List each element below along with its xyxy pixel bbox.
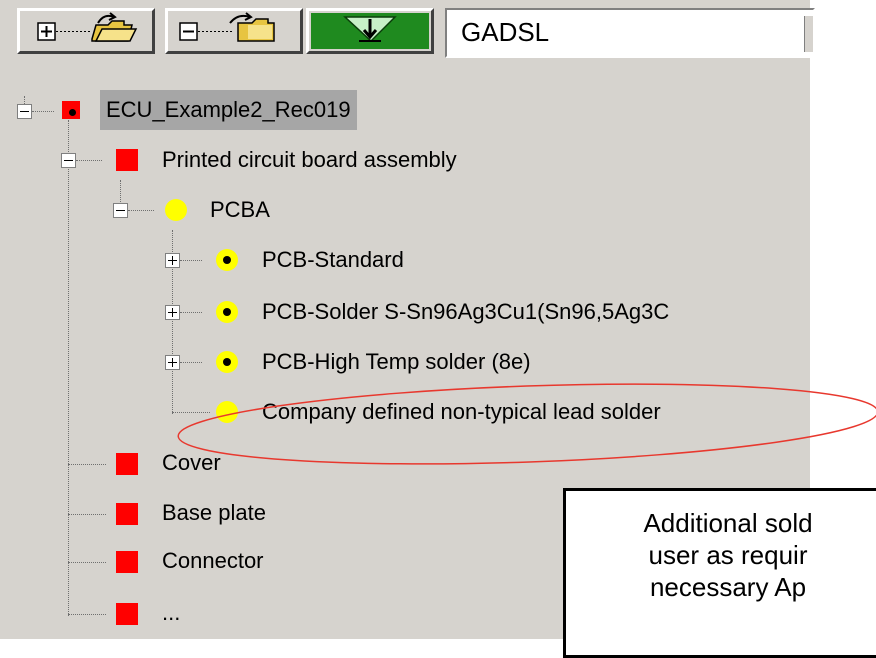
filter-value: GADSL	[461, 17, 550, 47]
yellow-circle-dot-icon	[216, 301, 238, 323]
tree-node-pcb-high-temp[interactable]: PCB-High Temp solder (8e)	[0, 342, 640, 382]
yellow-circle-icon	[216, 401, 238, 423]
tree-node-pcb-standard[interactable]: PCB-Standard	[0, 240, 500, 280]
callout-line: user as requir	[648, 540, 808, 570]
tree-node-label: PCBA	[210, 197, 270, 222]
red-square-icon	[116, 603, 138, 625]
tree-node-cover[interactable]: Cover	[0, 443, 300, 483]
tree-node-label: Company defined non-typical lead solder	[262, 399, 661, 424]
callout-line: necessary Ap	[649, 572, 807, 602]
collapse-all-folder-icon	[179, 12, 275, 42]
tree-node-connector[interactable]: Connector	[0, 541, 300, 581]
filter-button[interactable]	[306, 8, 434, 54]
red-square-icon	[116, 551, 138, 573]
callout-line: Additional sold	[643, 508, 813, 538]
red-square-icon	[116, 149, 138, 171]
tree-node-more[interactable]: ...	[0, 593, 300, 633]
tree-node-label: Base plate	[162, 500, 266, 525]
filter-field[interactable]: GADSL	[445, 8, 815, 58]
collapse-all-button[interactable]	[165, 8, 303, 54]
tree-node-label: PCB-High Temp solder (8e)	[262, 349, 531, 374]
tree-node-label: ...	[162, 600, 181, 625]
filter-funnel-icon	[311, 13, 429, 49]
red-square-icon	[116, 503, 138, 525]
expand-all-button[interactable]	[17, 8, 155, 54]
expand-all-folder-icon	[37, 12, 138, 42]
tree-node-base-plate[interactable]: Base plate	[0, 493, 300, 533]
tree-node-label: PCB-Standard	[262, 247, 404, 272]
tree-node-label: Printed circuit board assembly	[162, 147, 457, 172]
tree-node-root[interactable]: ECU_Example2_Rec019	[0, 90, 440, 130]
tree-node-label: ECU_Example2_Rec019	[100, 90, 357, 130]
tree-node-label: Cover	[162, 450, 221, 475]
tree-node-label: Connector	[162, 548, 264, 573]
red-square-icon	[116, 453, 138, 475]
red-square-dot-icon	[62, 101, 80, 119]
annotation-callout: Additional sold user as requir necessary…	[563, 488, 876, 658]
tree-node-company-solder[interactable]: Company defined non-typical lead solder	[0, 392, 810, 432]
tree-node-pcba[interactable]: PCBA	[0, 190, 300, 230]
yellow-circle-dot-icon	[216, 249, 238, 271]
yellow-circle-dot-icon	[216, 351, 238, 373]
tree-node-pcb-solder[interactable]: PCB-Solder S-Sn96Ag3Cu1(Sn96,5Ag3C	[0, 292, 810, 332]
yellow-circle-icon	[165, 199, 187, 221]
filter-dropdown-button[interactable]	[804, 16, 813, 52]
tree-node-assembly[interactable]: Printed circuit board assembly	[0, 140, 620, 180]
tree-node-label: PCB-Solder S-Sn96Ag3Cu1(Sn96,5Ag3C	[262, 299, 670, 324]
